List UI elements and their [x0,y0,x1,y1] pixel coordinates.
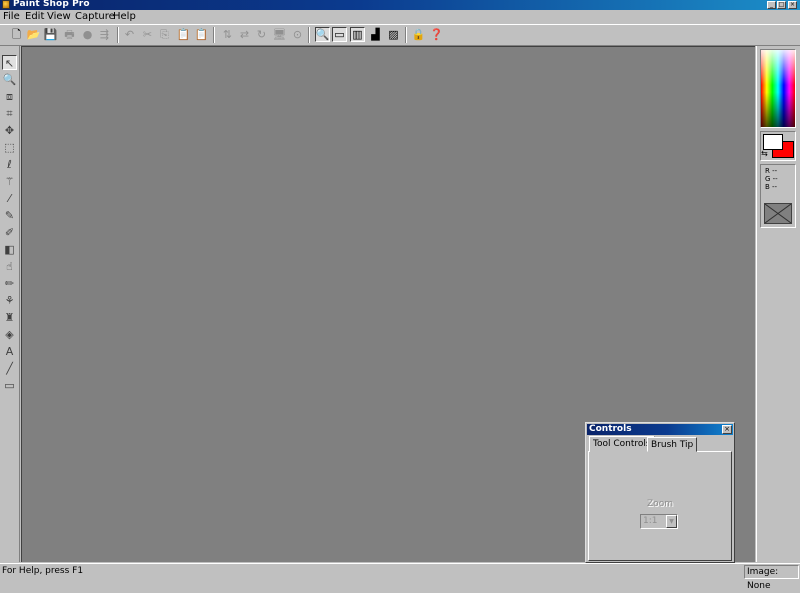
paste-icon[interactable]: 📋 [176,27,191,42]
mover-tool-icon[interactable]: ✥ [2,123,17,138]
controls-close-button[interactable]: × [722,425,732,434]
layers-icon[interactable]: ▨ [386,27,401,42]
lock-icon[interactable]: 🔒 [411,27,426,42]
zoom-label: Zoom [647,499,673,509]
flood-fill-icon[interactable]: ◈ [2,327,17,342]
new-icon[interactable]: 🗋 [9,27,24,42]
title-bar[interactable] [0,0,800,10]
line-tool-icon[interactable]: ╱ [2,361,17,376]
browse-icon[interactable]: ⇶ [97,27,112,42]
red-readout: R -- [765,167,778,175]
paintbrush-icon[interactable]: ✎ [2,208,17,223]
toggle-color-palette-icon[interactable]: ▥ [350,27,365,42]
status-image-text: Image: None [747,567,779,591]
eraser-icon[interactable]: ✏ [2,276,17,291]
status-help-text: For Help, press F1 [2,566,84,576]
dropper-icon[interactable]: ⁄ [2,191,17,206]
tab-tool-controls[interactable]: Tool Controls [589,436,655,452]
toolbar-separator [213,27,215,43]
histogram-icon[interactable]: ▟ [368,27,383,42]
mirror-icon[interactable]: ⇄ [237,27,252,42]
capture-icon[interactable]: ⊙ [290,27,305,42]
crop-tool-icon[interactable]: ⌗ [2,106,17,121]
clone-brush-icon[interactable]: ✐ [2,225,17,240]
magic-wand-icon[interactable]: ⚚ [2,174,17,189]
print-icon[interactable]: 🖶 [62,27,77,42]
toolbar-separator [405,27,407,43]
toggle-tool-palette-icon[interactable]: 🔍 [315,27,330,42]
shape-tool-icon[interactable]: ▭ [2,378,17,393]
undo-icon[interactable]: ↶ [122,27,137,42]
open-icon[interactable]: 📂 [26,27,41,42]
retouch-icon[interactable]: ☝ [2,259,17,274]
no-color-preview [764,203,792,224]
window-title: Paint Shop Pro [13,0,90,9]
airbrush-icon[interactable]: ♜ [2,310,17,325]
close-button[interactable]: × [788,1,797,9]
full-screen-icon[interactable]: 🖥 [272,27,287,42]
zoom-value: 1:1 [643,516,658,526]
cross-icon [765,204,791,223]
toolbar-separator [308,27,310,43]
blue-readout: B -- [765,183,778,191]
zoom-tool-icon[interactable]: 🔍 [2,72,17,87]
swap-colors-icon[interactable]: ⇆ [761,150,768,158]
minimize-button[interactable]: _ [767,1,776,9]
menu-view[interactable]: View [45,10,73,24]
selection-tool-icon[interactable]: ⬚ [2,140,17,155]
text-tool-icon[interactable]: A [2,344,17,359]
tab-brush-tip[interactable]: Brush Tip [647,437,698,452]
scan-icon[interactable]: ● [80,27,95,42]
maximize-button[interactable]: □ [777,1,786,9]
flip-icon[interactable]: ⇅ [220,27,235,42]
picture-tube-icon[interactable]: ⚘ [2,293,17,308]
arrow-tool-icon[interactable]: ↖ [2,55,17,70]
chevron-down-icon[interactable]: ▼ [666,515,677,528]
color-picker[interactable] [760,49,796,128]
menu-file[interactable]: File [1,10,22,24]
toggle-status-bar-icon[interactable]: ▭ [332,27,347,42]
save-icon[interactable]: 💾 [43,27,58,42]
deformation-tool-icon[interactable]: ⧈ [2,89,17,104]
paste-new-icon[interactable]: 📋 [194,27,209,42]
status-bar [0,563,800,581]
menu-help[interactable]: Help [111,10,138,24]
freehand-tool-icon[interactable]: ℓ [2,157,17,172]
green-readout: G -- [765,175,778,183]
menu-edit[interactable]: Edit [23,10,46,24]
controls-title[interactable]: Controls [587,424,733,435]
toolbar-separator [117,27,119,43]
rotate-icon[interactable]: ↻ [254,27,269,42]
color-replacer-icon[interactable]: ◧ [2,242,17,257]
copy-icon[interactable]: ⎘ [157,27,172,42]
cut-icon[interactable]: ✂ [140,27,155,42]
context-help-icon[interactable]: ❓ [429,27,444,42]
app-icon[interactable] [2,0,10,9]
foreground-color-swatch[interactable] [763,134,783,150]
